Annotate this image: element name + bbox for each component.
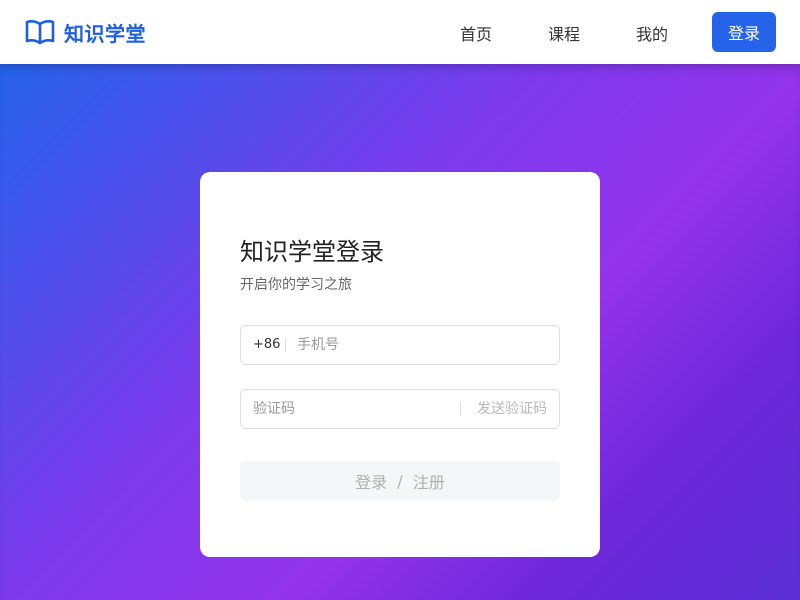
top-nav-bar: 知识学堂 首页 课程 我的 登录 <box>0 0 800 64</box>
card-subtitle: 开启你的学习之旅 <box>240 277 352 293</box>
brand-name: 知识学堂 <box>64 21 146 46</box>
submit-separator: / <box>397 471 403 491</box>
nav-item-mine[interactable]: 我的 <box>636 21 668 45</box>
submit-login-label: 登录 <box>355 473 388 492</box>
phone-input[interactable] <box>297 326 547 364</box>
prefix-divider <box>285 338 286 352</box>
nav-item-home[interactable]: 首页 <box>460 21 492 45</box>
nav-item-courses[interactable]: 课程 <box>548 21 580 45</box>
verification-code-input[interactable] <box>253 390 453 428</box>
card-title: 知识学堂登录 <box>240 238 384 266</box>
login-card: 知识学堂登录 开启你的学习之旅 +86 发送验证码 登录 / 注册 <box>200 172 600 557</box>
phone-field: +86 <box>240 325 560 365</box>
send-code-button[interactable]: 发送验证码 <box>477 390 547 428</box>
code-field: 发送验证码 <box>240 389 560 429</box>
brand[interactable]: 知识学堂 <box>24 16 146 48</box>
header-login-button[interactable]: 登录 <box>712 12 776 52</box>
submit-register-label: 注册 <box>412 473 445 492</box>
code-divider <box>460 402 461 416</box>
country-code-prefix[interactable]: +86 <box>253 326 280 364</box>
book-icon <box>24 16 56 48</box>
login-register-button[interactable]: 登录 / 注册 <box>240 461 560 501</box>
